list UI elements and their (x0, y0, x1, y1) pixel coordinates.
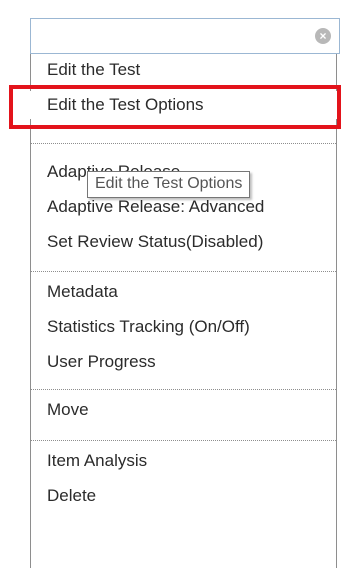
menu-header: × (30, 18, 340, 54)
highlight-box (9, 85, 341, 129)
menu-item-metadata[interactable]: Metadata (47, 282, 118, 302)
menu-item-set-review-status[interactable]: Set Review Status(Disabled) (47, 232, 263, 252)
menu-item-edit-test[interactable]: Edit the Test (47, 60, 140, 80)
menu-item-adaptive-release-advanced[interactable]: Adaptive Release: Advanced (47, 197, 264, 217)
menu-separator (31, 143, 336, 144)
menu-separator (31, 389, 336, 390)
menu-item-user-progress[interactable]: User Progress (47, 352, 156, 372)
tooltip: Edit the Test Options (87, 171, 251, 198)
menu-item-item-analysis[interactable]: Item Analysis (47, 451, 147, 471)
close-icon[interactable]: × (315, 28, 331, 44)
menu-separator (31, 271, 336, 272)
menu-item-move[interactable]: Move (47, 400, 89, 420)
menu-item-statistics-tracking[interactable]: Statistics Tracking (On/Off) (47, 317, 250, 337)
menu-item-delete[interactable]: Delete (47, 486, 96, 506)
menu-separator (31, 440, 336, 441)
